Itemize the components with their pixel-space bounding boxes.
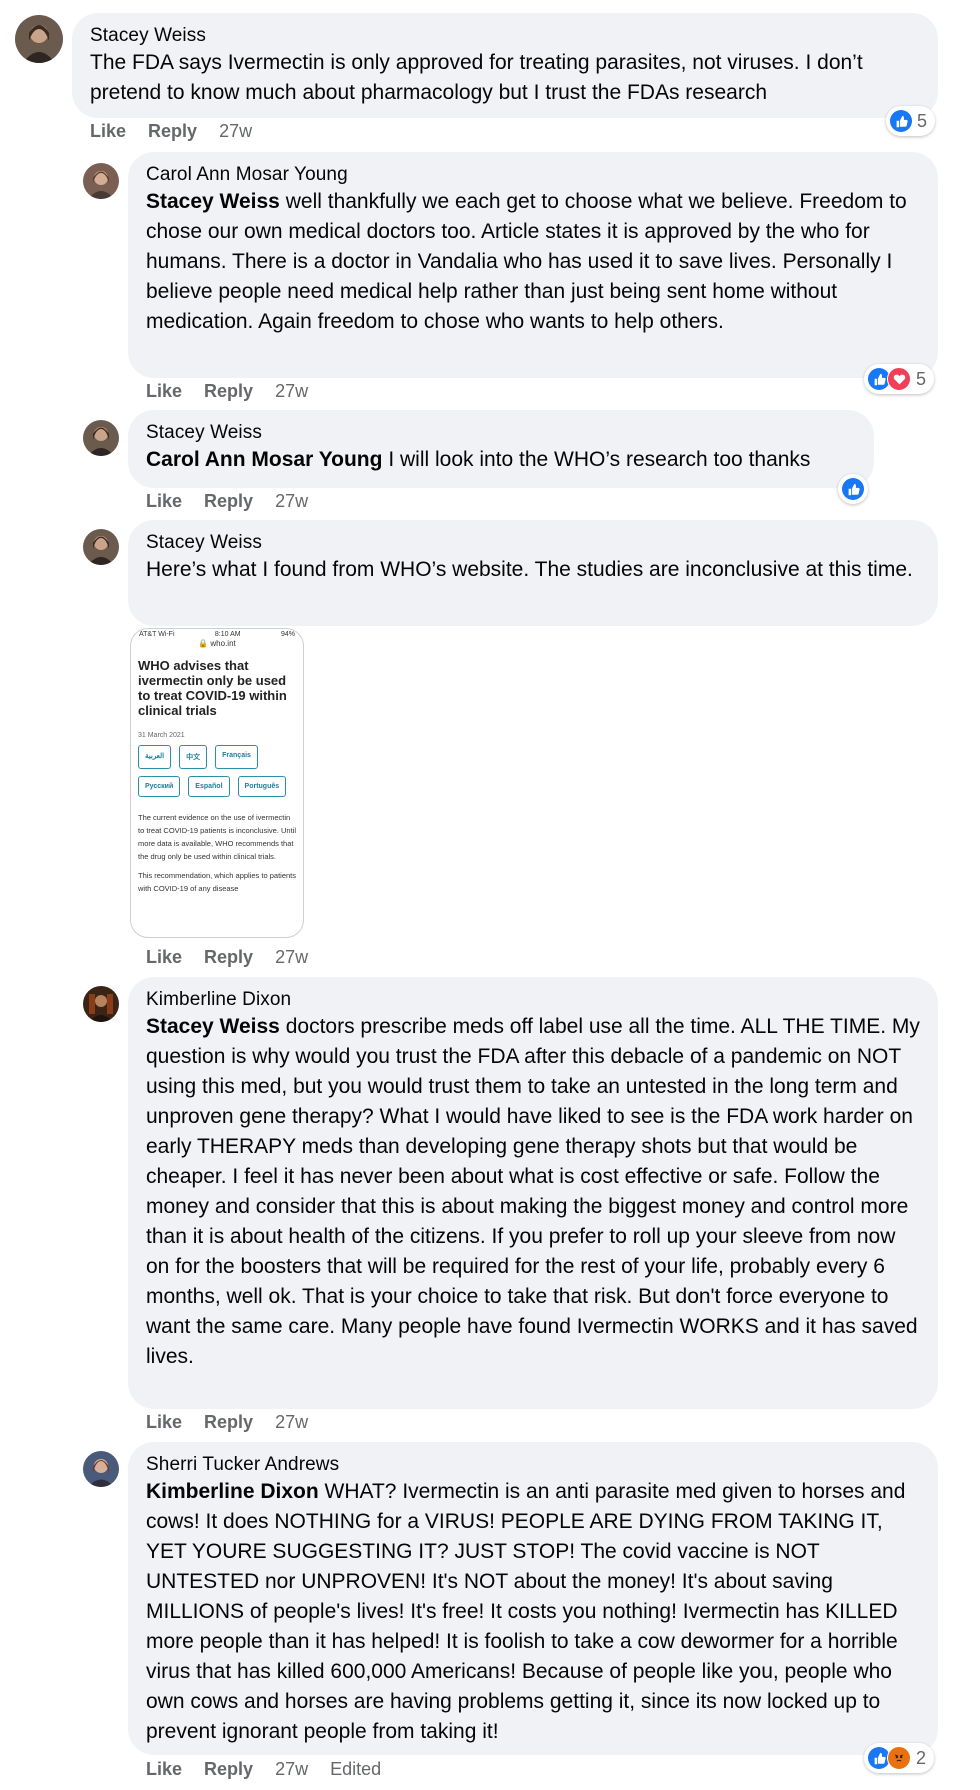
mention-link[interactable]: Kimberline Dixon xyxy=(146,1480,319,1503)
reaction-summary[interactable] xyxy=(838,474,868,504)
like-button[interactable]: Like xyxy=(146,491,182,512)
comment-actions: Like Reply 27w xyxy=(146,491,308,512)
comment-text: Stacey Weiss doctors prescribe meds off … xyxy=(146,1012,920,1372)
language-button: Español xyxy=(188,776,230,797)
comment-text: The FDA says Ivermectin is only approved… xyxy=(90,51,863,104)
comment-text: Carol Ann Mosar Young I will look into t… xyxy=(146,445,856,475)
comment-bubble: Carol Ann Mosar Young Stacey Weiss well … xyxy=(128,152,938,378)
language-button: 中文 xyxy=(179,745,208,769)
like-button[interactable]: Like xyxy=(146,381,182,402)
comment-actions: Like Reply 27w Edited xyxy=(146,1759,381,1780)
article-date: 31 March 2021 xyxy=(138,732,185,739)
reply-button[interactable]: Reply xyxy=(204,947,253,968)
reaction-count: 5 xyxy=(917,110,928,131)
reply-button[interactable]: Reply xyxy=(204,1759,253,1780)
like-button[interactable]: Like xyxy=(90,121,126,142)
mention-link[interactable]: Stacey Weiss xyxy=(146,1015,280,1038)
love-reaction-icon xyxy=(887,367,911,391)
avatar[interactable] xyxy=(83,529,119,565)
comment-actions: Like Reply 27w xyxy=(146,1412,308,1433)
comment-body: I will look into the WHO’s research too … xyxy=(388,448,811,471)
comment-text: Here’s what I found from WHO’s website. … xyxy=(146,558,913,581)
avatar[interactable] xyxy=(83,163,119,199)
like-reaction-icon xyxy=(890,110,912,132)
article-body: The current evidence on the use of iverm… xyxy=(138,813,296,861)
article-body-continued: This recommendation, which applies to pa… xyxy=(138,871,296,893)
like-button[interactable]: Like xyxy=(146,947,182,968)
comment-actions: Like Reply 27w xyxy=(146,381,308,402)
language-button: Français xyxy=(215,745,258,769)
avatar[interactable] xyxy=(83,986,119,1022)
comment-body: WHAT? Ivermectin is an anti parasite med… xyxy=(146,1480,906,1743)
timestamp[interactable]: 27w xyxy=(275,1759,308,1780)
mention-link[interactable]: Carol Ann Mosar Young xyxy=(146,448,382,471)
comment-bubble: Sherri Tucker Andrews Kimberline Dixon W… xyxy=(128,1442,938,1755)
comment-author[interactable]: Stacey Weiss xyxy=(146,531,920,555)
like-button[interactable]: Like xyxy=(146,1759,182,1780)
reply-button[interactable]: Reply xyxy=(204,381,253,402)
comment-bubble: Stacey Weiss The FDA says Ivermectin is … xyxy=(72,13,938,118)
reaction-summary[interactable]: 2 xyxy=(864,1743,935,1773)
comment-bubble: Stacey Weiss Carol Ann Mosar Young I wil… xyxy=(128,410,874,488)
language-button: العربية xyxy=(138,745,172,769)
avatar[interactable] xyxy=(83,420,119,456)
comment-author[interactable]: Carol Ann Mosar Young xyxy=(146,163,920,187)
url-bar: 🔒 who.int xyxy=(198,639,236,648)
reaction-count: 2 xyxy=(916,1747,927,1768)
reaction-summary[interactable]: 5 xyxy=(886,106,936,136)
edited-label[interactable]: Edited xyxy=(330,1759,381,1780)
comment-bubble: Stacey Weiss Here’s what I found from WH… xyxy=(128,520,938,626)
avatar[interactable] xyxy=(83,1451,119,1487)
comment-author[interactable]: Stacey Weiss xyxy=(90,24,920,48)
angry-reaction-icon xyxy=(887,1746,911,1770)
comment-actions: Like Reply 27w xyxy=(146,947,308,968)
comment-actions: Like Reply 27w xyxy=(90,121,252,142)
attached-image[interactable]: AT&T Wi-Fi 8:10 AM 94% 🔒 who.int WHO adv… xyxy=(130,628,304,938)
timestamp[interactable]: 27w xyxy=(275,381,308,402)
comment-text: Kimberline Dixon WHAT? Ivermectin is an … xyxy=(146,1477,920,1747)
timestamp[interactable]: 27w xyxy=(275,1412,308,1433)
timestamp[interactable]: 27w xyxy=(275,491,308,512)
comment-author[interactable]: Sherri Tucker Andrews xyxy=(146,1453,920,1477)
comment-body: doctors prescribe meds off label use all… xyxy=(146,1015,920,1368)
reaction-summary[interactable]: 5 xyxy=(864,364,935,394)
timestamp[interactable]: 27w xyxy=(275,947,308,968)
comment-text: Stacey Weiss well thankfully we each get… xyxy=(146,187,920,337)
reply-button[interactable]: Reply xyxy=(204,491,253,512)
reaction-count: 5 xyxy=(916,368,927,389)
timestamp[interactable]: 27w xyxy=(219,121,252,142)
reply-button[interactable]: Reply xyxy=(148,121,197,142)
article-headline: WHO advises that ivermectin only be used… xyxy=(138,658,287,718)
comment-author[interactable]: Kimberline Dixon xyxy=(146,988,920,1012)
comment-bubble: Kimberline Dixon Stacey Weiss doctors pr… xyxy=(128,977,938,1409)
like-reaction-icon xyxy=(842,478,864,500)
language-button: Português xyxy=(237,776,287,797)
mention-link[interactable]: Stacey Weiss xyxy=(146,190,280,213)
avatar[interactable] xyxy=(15,15,63,63)
like-button[interactable]: Like xyxy=(146,1412,182,1433)
language-list: العربية 中文 Français Русский Español Port… xyxy=(131,745,303,797)
comment-author[interactable]: Stacey Weiss xyxy=(146,421,856,445)
reply-button[interactable]: Reply xyxy=(204,1412,253,1433)
language-button: Русский xyxy=(138,776,181,797)
